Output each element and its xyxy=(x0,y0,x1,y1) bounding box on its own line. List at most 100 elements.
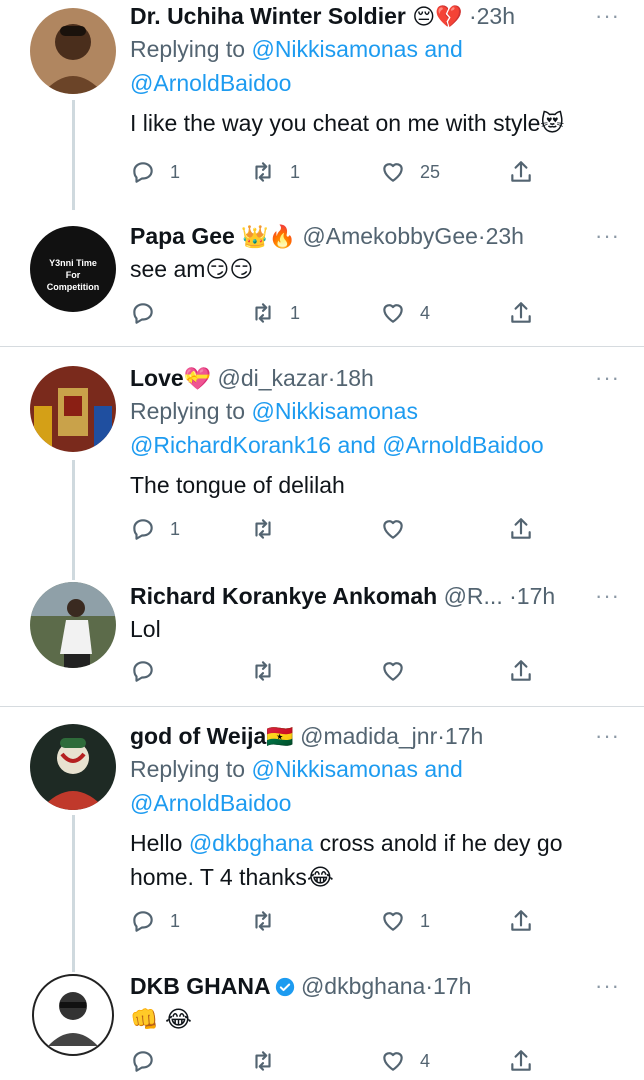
replying-prefix: Replying to xyxy=(130,756,246,782)
retweet-count: 1 xyxy=(290,302,301,323)
avatar[interactable] xyxy=(30,724,116,810)
name-emoji: 👑🔥 xyxy=(241,224,297,249)
more-options-icon[interactable]: ··· xyxy=(595,362,620,394)
retweet-icon xyxy=(255,303,271,323)
retweet-icon xyxy=(255,519,271,539)
author-name[interactable]: Richard Korankye Ankomah xyxy=(130,583,437,609)
reply-count: 1 xyxy=(170,518,181,539)
like-button[interactable] xyxy=(380,656,420,686)
mention-link[interactable]: @Nikkisamonas and xyxy=(251,36,462,62)
reply-button[interactable] xyxy=(130,1046,170,1076)
mention-link[interactable]: @ArnoldBaidoo xyxy=(130,790,291,816)
timestamp[interactable]: 17h xyxy=(517,583,555,609)
text-segment: cross anold if he dey go xyxy=(319,830,563,856)
tweet-text: Lol xyxy=(130,616,161,642)
action-bar: 1 1 xyxy=(130,906,550,936)
thread-line xyxy=(72,815,75,975)
tweet-header: Dr. Uchiha Winter Soldier 😔💔 ·23h ··· xyxy=(130,0,630,32)
tweet-text: The tongue of delilah xyxy=(130,472,345,498)
action-bar: 1 4 xyxy=(130,298,550,328)
like-button[interactable]: 4 xyxy=(380,1046,430,1076)
author-handle[interactable]: @di_kazar xyxy=(217,365,327,391)
reply-button[interactable] xyxy=(130,298,170,328)
retweet-button[interactable] xyxy=(250,1046,290,1076)
separator: · xyxy=(437,723,445,749)
share-icon xyxy=(511,161,531,182)
like-count: 1 xyxy=(420,910,431,931)
share-icon xyxy=(511,1050,531,1071)
author-name[interactable]: DKB GHANA xyxy=(130,973,271,999)
mention-link[interactable]: @Nikkisamonas and xyxy=(251,756,462,782)
reply-button[interactable] xyxy=(130,656,170,686)
mention-link[interactable]: @ArnoldBaidoo xyxy=(130,70,291,96)
author-name[interactable]: Love xyxy=(130,365,184,391)
retweet-button[interactable] xyxy=(250,656,290,686)
retweet-button[interactable] xyxy=(250,906,290,936)
tweet-text: see am😏😏 xyxy=(130,256,254,282)
more-options-icon[interactable]: ··· xyxy=(595,970,620,1002)
tweet-text-line2: home. T 4 thanks😂 xyxy=(130,864,334,890)
reply-button[interactable]: 1 xyxy=(130,906,180,936)
timestamp[interactable]: 17h xyxy=(445,723,483,749)
avatar[interactable] xyxy=(30,582,116,668)
avatar[interactable] xyxy=(30,366,116,452)
action-bar: 4 xyxy=(130,1046,550,1076)
share-button[interactable] xyxy=(508,1046,534,1076)
tweet-header: Richard Korankye Ankomah @R... ·17h ··· xyxy=(130,580,630,612)
share-button[interactable] xyxy=(508,656,534,686)
avatar[interactable]: Y3nni Time For Competition xyxy=(30,226,116,312)
action-bar: 1 xyxy=(130,514,550,544)
retweet-icon xyxy=(255,911,271,931)
mention-link[interactable]: @RichardKorank16 and @ArnoldBaidoo xyxy=(130,432,544,458)
timestamp[interactable]: 17h xyxy=(433,973,471,999)
avatar[interactable] xyxy=(30,972,116,1058)
more-options-icon[interactable]: ··· xyxy=(595,0,620,32)
like-button[interactable]: 1 xyxy=(380,906,430,936)
name-emoji: 🇬🇭 xyxy=(266,724,294,749)
divider xyxy=(0,706,644,707)
retweet-icon xyxy=(255,162,271,182)
like-button[interactable]: 4 xyxy=(380,298,430,328)
author-handle[interactable]: @madida_jnr xyxy=(300,723,437,749)
heart-icon xyxy=(383,304,403,323)
mention-link[interactable]: @Nikkisamonas xyxy=(251,398,418,424)
author-handle[interactable]: @AmekobbyGee xyxy=(302,223,478,249)
reply-button[interactable]: 1 xyxy=(130,514,180,544)
reply-button[interactable]: 1 xyxy=(130,157,180,187)
replying-to: Replying to @Nikkisamonas xyxy=(130,394,630,428)
like-count: 4 xyxy=(420,1050,431,1071)
thread-line xyxy=(72,100,75,210)
retweet-button[interactable]: 1 xyxy=(250,298,300,328)
action-bar: 1 1 25 xyxy=(130,157,550,187)
share-icon xyxy=(511,302,531,323)
name-emoji: 😔💔 xyxy=(412,4,463,29)
more-options-icon[interactable]: ··· xyxy=(595,580,620,612)
retweet-button[interactable] xyxy=(250,514,290,544)
retweet-count: 1 xyxy=(290,161,301,182)
avatar-text: For xyxy=(66,270,81,280)
author-handle[interactable]: @dkbghana xyxy=(301,973,425,999)
author-name[interactable]: god of Weija xyxy=(130,723,266,749)
like-button[interactable]: 25 xyxy=(380,157,440,187)
avatar[interactable] xyxy=(30,8,116,94)
timestamp[interactable]: 18h xyxy=(335,365,373,391)
share-button[interactable] xyxy=(508,514,534,544)
heart-icon xyxy=(383,520,403,539)
more-options-icon[interactable]: ··· xyxy=(595,220,620,252)
retweet-button[interactable]: 1 xyxy=(250,157,300,187)
like-button[interactable] xyxy=(380,514,420,544)
more-options-icon[interactable]: ··· xyxy=(595,720,620,752)
replying-to-cont: @ArnoldBaidoo xyxy=(130,66,630,100)
author-name[interactable]: Dr. Uchiha Winter Soldier xyxy=(130,3,406,29)
timestamp[interactable]: 23h xyxy=(486,223,524,249)
tweet-header: god of Weija🇬🇭 @madida_jnr·17h ··· xyxy=(130,720,630,752)
share-button[interactable] xyxy=(508,906,534,936)
heart-icon xyxy=(383,912,403,931)
share-button[interactable] xyxy=(508,157,534,187)
timestamp[interactable]: 23h xyxy=(477,3,515,29)
name-emoji: 💝 xyxy=(183,366,212,391)
author-name[interactable]: Papa Gee xyxy=(130,223,235,249)
mention-link[interactable]: @dkbghana xyxy=(189,830,313,856)
author-handle[interactable]: @R... xyxy=(444,583,503,609)
share-button[interactable] xyxy=(508,298,534,328)
